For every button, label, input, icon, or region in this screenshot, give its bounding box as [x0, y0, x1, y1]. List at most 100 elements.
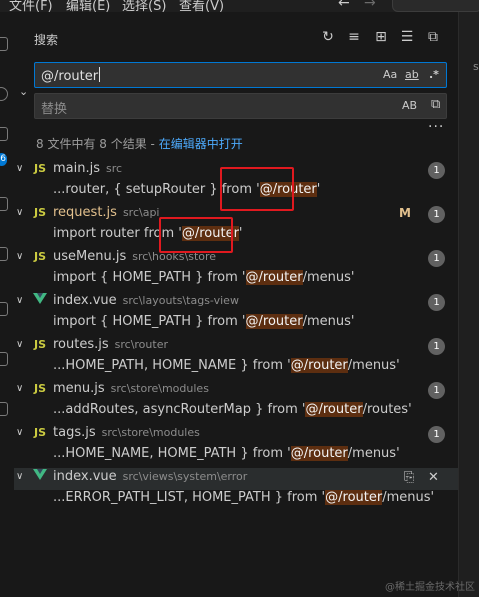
file-row-index-vue-error[interactable]: ∨ index.vue src\views\system\error ⎘ ✕ [14, 468, 458, 490]
source-control-icon[interactable] [0, 127, 8, 141]
modified-badge: M [399, 206, 411, 220]
match-row[interactable]: ...HOME_PATH, HOME_NAME } from '@/router… [14, 357, 458, 379]
source-control-badge: 6 [0, 153, 7, 166]
dismiss-icon[interactable]: ✕ [428, 470, 439, 485]
docker-icon[interactable] [0, 402, 8, 416]
chevron-down-icon[interactable]: ∨ [16, 339, 26, 350]
watermark: @稀土掘金技术社区 [385, 582, 475, 593]
file-name: index.vue [53, 469, 117, 484]
file-row-menu-js[interactable]: ∨ JS menu.js src\store\modules 1 [14, 380, 458, 402]
file-name: routes.js [53, 337, 109, 352]
menu-file[interactable]: 文件(F) [9, 0, 53, 12]
chevron-down-icon[interactable]: ∨ [16, 383, 26, 394]
file-row-index-vue-tags-view[interactable]: ∨ index.vue src\layouts\tags-view 1 [14, 292, 458, 314]
match-row[interactable]: import { HOME_PATH } from '@/router/menu… [14, 269, 458, 291]
match-highlight: @/router [325, 490, 383, 505]
title-bar: 文件(F) 编辑(E) 选择(S) 查看(V) ← → [0, 0, 479, 12]
js-file-icon: JS [34, 426, 47, 439]
js-file-icon: JS [34, 250, 47, 263]
match-row[interactable]: import router from '@/router' [14, 225, 458, 247]
match-row[interactable]: ...HOME_NAME, HOME_PATH } from '@/router… [14, 445, 458, 467]
explorer-icon[interactable] [0, 37, 8, 51]
annotation-box [220, 167, 294, 211]
remote-icon[interactable] [0, 302, 8, 316]
use-regex-toggle[interactable]: .* [429, 68, 439, 81]
editor-tab-fragment[interactable]: s [473, 60, 479, 73]
file-name: main.js [53, 161, 100, 176]
replace-all-in-file-icon[interactable]: ⎘ [404, 470, 414, 485]
match-count-badge: 1 [428, 250, 445, 267]
file-row-routes-js[interactable]: ∨ JS routes.js src\router 1 [14, 336, 458, 358]
match-count-badge: 1 [428, 426, 445, 443]
search-input-value[interactable]: @/router [41, 67, 101, 84]
file-name: request.js [53, 205, 117, 220]
new-search-editor-icon[interactable]: ⊞ [373, 29, 389, 45]
extensions-icon[interactable] [0, 247, 8, 261]
clear-results-icon[interactable]: ≡ [346, 29, 362, 45]
file-path: src [106, 162, 123, 175]
vue-file-icon [33, 469, 47, 480]
file-path: src\store\modules [101, 426, 200, 439]
editor-edge [458, 12, 479, 597]
file-name: tags.js [53, 425, 96, 440]
file-row-usemenu-js[interactable]: ∨ JS useMenu.js src\hooks\store 1 [14, 248, 458, 270]
match-row[interactable]: ...ERROR_PATH_LIST, HOME_PATH } from '@/… [14, 489, 458, 511]
more-options-icon[interactable]: ··· [428, 119, 444, 135]
match-count-badge: 1 [428, 162, 445, 179]
js-file-icon: JS [34, 206, 47, 219]
back-arrow-icon[interactable]: ← [338, 0, 350, 11]
chevron-down-icon[interactable]: ∨ [16, 471, 26, 482]
file-path: src\layouts\tags-view [122, 294, 239, 307]
file-row-tags-js[interactable]: ∨ JS tags.js src\store\modules 1 [14, 424, 458, 446]
results-summary: 8 文件中有 8 个结果 - 在编辑器中打开 [36, 135, 243, 152]
collapse-all-icon[interactable]: ⧉ [425, 29, 441, 45]
chevron-down-icon[interactable]: ∨ [16, 295, 26, 306]
file-path: src\router [114, 338, 168, 351]
chevron-down-icon[interactable]: ∨ [16, 163, 26, 174]
file-name: useMenu.js [53, 249, 127, 264]
menu-selection[interactable]: 选择(S) [122, 0, 166, 12]
file-name: index.vue [53, 293, 117, 308]
match-highlight: @/router [305, 402, 363, 417]
replace-all-icon[interactable]: ⧉ [431, 97, 449, 115]
match-highlight: @/router [245, 270, 303, 285]
open-in-editor-link[interactable]: 在编辑器中打开 [159, 137, 243, 151]
annotation-box [159, 217, 233, 253]
testing-icon[interactable] [0, 352, 8, 366]
menu-edit[interactable]: 编辑(E) [66, 0, 110, 12]
js-file-icon: JS [34, 162, 47, 175]
file-name: menu.js [53, 381, 105, 396]
match-row[interactable]: ...addRoutes, asyncRouterMap } from '@/r… [14, 401, 458, 423]
activity-bar: 6 [0, 12, 14, 597]
preserve-case-toggle[interactable]: AB [402, 99, 417, 112]
vue-file-icon [33, 293, 47, 304]
match-count-badge: 1 [428, 382, 445, 399]
replace-input[interactable]: 替换 AB [34, 93, 447, 119]
search-icon[interactable] [0, 87, 8, 101]
replace-placeholder: 替换 [41, 102, 68, 117]
menu-view[interactable]: 查看(V) [179, 0, 224, 12]
file-path: src\views\system\error [122, 470, 248, 483]
search-input[interactable]: @/router Aa ab .* [34, 62, 447, 88]
results-summary-text: 8 文件中有 8 个结果 - [36, 137, 159, 151]
js-file-icon: JS [34, 382, 47, 395]
chevron-down-icon[interactable]: ∨ [16, 427, 26, 438]
js-file-icon: JS [34, 338, 47, 351]
match-highlight: @/router [290, 446, 348, 461]
file-path: src\api [122, 206, 160, 219]
match-case-toggle[interactable]: Aa [383, 68, 397, 81]
forward-arrow-icon[interactable]: → [364, 0, 376, 11]
chevron-down-icon[interactable]: ∨ [16, 251, 26, 262]
match-whole-word-toggle[interactable]: ab [405, 68, 419, 81]
chevron-down-icon[interactable]: ∨ [16, 207, 26, 218]
run-debug-icon[interactable] [0, 197, 8, 211]
match-count-badge: 1 [428, 294, 445, 311]
match-row[interactable]: import { HOME_PATH } from '@/router/menu… [14, 313, 458, 335]
refresh-icon[interactable]: ↻ [320, 29, 336, 45]
command-center[interactable] [392, 0, 479, 12]
panel-title: 搜索 [34, 33, 59, 47]
view-as-tree-icon[interactable]: ☰ [399, 29, 415, 45]
match-count-badge: 1 [428, 338, 445, 355]
match-count-badge: 1 [428, 206, 445, 223]
toggle-replace-chevron-icon[interactable]: ⌄ [19, 85, 28, 98]
